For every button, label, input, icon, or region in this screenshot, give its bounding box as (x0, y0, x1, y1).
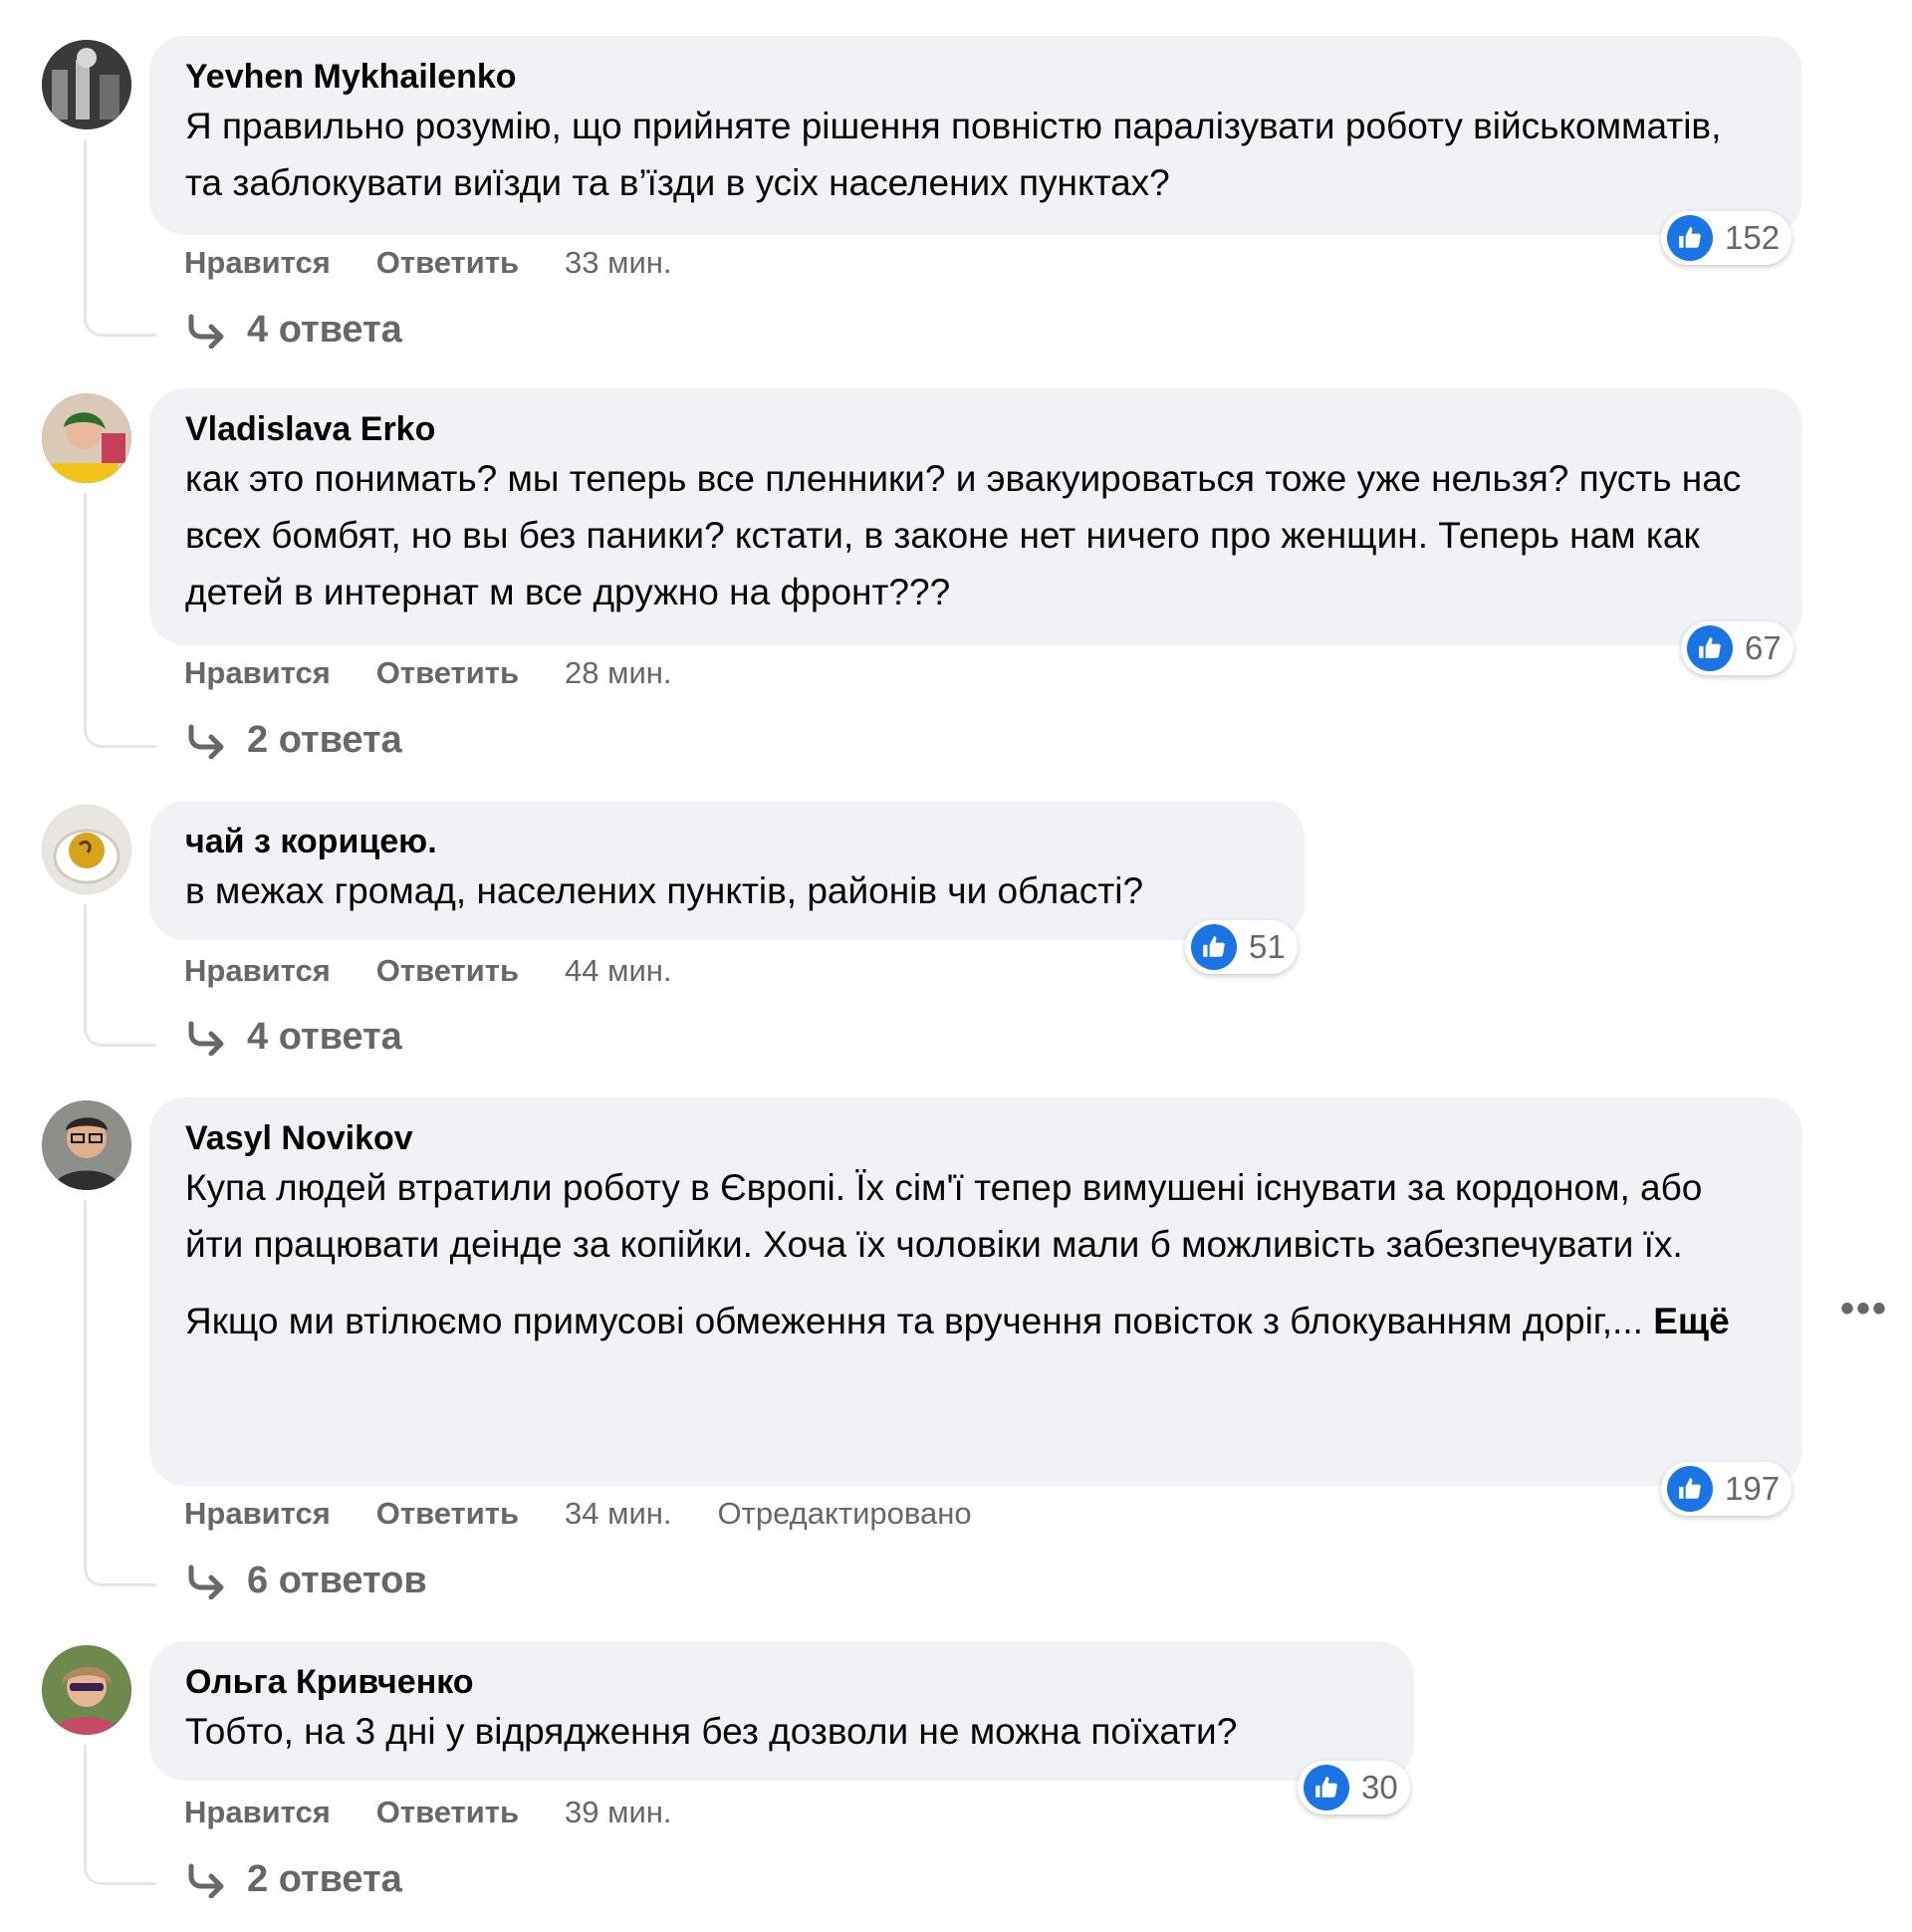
like-button[interactable]: Нравится (184, 1496, 331, 1532)
comment-text: Я правильно розумію, що прийняте рішення… (185, 98, 1767, 211)
truncated-text: Якщо ми втілюємо примусові обмеження та … (185, 1301, 1643, 1341)
comment-author[interactable]: Yevhen Mykhailenko (185, 56, 1767, 98)
reply-arrow-icon (188, 1863, 224, 1898)
reply-button[interactable]: Ответить (376, 245, 519, 281)
reply-button[interactable]: Ответить (376, 655, 519, 691)
comment-paragraph: как это понимать? мы теперь все пленники… (185, 458, 1742, 612)
reply-button[interactable]: Ответить (376, 1795, 519, 1830)
like-button[interactable]: Нравится (184, 1795, 331, 1830)
avatar[interactable] (42, 1100, 131, 1190)
comment-author[interactable]: чай з корицею. (185, 821, 1269, 862)
comment-author[interactable]: Vasyl Novikov (185, 1117, 1767, 1159)
replies-count: 2 ответа (247, 719, 402, 761)
comment-actions: Нравится Ответить 33 мин. (184, 245, 718, 281)
comment-text: как это понимать? мы теперь все пленники… (185, 450, 1767, 620)
reply-arrow-icon (188, 1021, 224, 1056)
comment-author[interactable]: Ольга Кривченко (185, 1661, 1378, 1703)
see-more-link[interactable]: Ещё (1653, 1301, 1729, 1341)
replies-count: 6 ответов (247, 1560, 427, 1601)
thumbs-up-icon (1667, 215, 1713, 261)
reply-button[interactable]: Ответить (376, 1496, 519, 1532)
more-options-icon[interactable]: ••• (1840, 1287, 1888, 1331)
thread-line (84, 1200, 156, 1586)
comment-actions: Нравится Ответить 28 мин. (184, 655, 718, 691)
thread-line (84, 493, 156, 748)
like-count: 51 (1249, 928, 1286, 965)
reply-button[interactable]: Ответить (376, 953, 519, 989)
thread-line (84, 139, 156, 337)
comment-text: Купа людей втратили роботу в Європі. Їх … (185, 1159, 1767, 1349)
avatar[interactable] (42, 393, 131, 483)
comment-time[interactable]: 33 мин. (565, 245, 671, 281)
comment-paragraph: Тобто, на 3 дні у відрядження без дозвол… (185, 1711, 1238, 1752)
reaction-count[interactable]: 67 (1681, 621, 1793, 675)
comment-bubble: чай з корицею. в межах громад, населених… (149, 801, 1305, 940)
view-replies-button[interactable]: 6 ответов (185, 1560, 427, 1602)
comment-time[interactable]: 39 мин. (565, 1795, 671, 1830)
comment-text: Тобто, на 3 дні у відрядження без дозвол… (185, 1703, 1378, 1760)
like-count: 197 (1725, 1470, 1781, 1507)
thumbs-up-icon (1687, 625, 1733, 671)
comment-paragraph: Купа людей втратили роботу в Європі. Їх … (185, 1167, 1703, 1265)
comment-actions: Нравится Ответить 44 мин. (184, 953, 718, 989)
view-replies-button[interactable]: 4 ответа (185, 1016, 402, 1059)
comment-text: в межах громад, населених пунктів, район… (185, 862, 1269, 919)
avatar[interactable] (42, 40, 131, 129)
avatar[interactable] (42, 1645, 131, 1735)
comment-time[interactable]: 44 мин. (565, 953, 671, 989)
reaction-count[interactable]: 152 (1661, 211, 1792, 265)
reply-arrow-icon (188, 1565, 224, 1599)
like-button[interactable]: Нравится (184, 245, 331, 281)
thumbs-up-icon (1304, 1765, 1349, 1811)
comment-time[interactable]: 28 мин. (565, 655, 671, 691)
comment-bubble: Vladislava Erko как это понимать? мы теп… (149, 388, 1802, 645)
view-replies-button[interactable]: 4 ответа (185, 309, 402, 352)
comment-actions: Нравится Ответить 39 мин. (184, 1795, 718, 1830)
like-count: 152 (1725, 219, 1781, 256)
replies-count: 4 ответа (247, 1016, 402, 1058)
comment-actions: Нравится Ответить 34 мин. Отредактирован… (184, 1496, 1018, 1532)
view-replies-button[interactable]: 2 ответа (185, 719, 402, 762)
comment-paragraph: в межах громад, населених пунктів, район… (185, 870, 1144, 911)
comment-paragraph: Я правильно розумію, що прийняте рішення… (185, 106, 1722, 203)
comment-author[interactable]: Vladislava Erko (185, 408, 1767, 450)
view-replies-button[interactable]: 2 ответа (185, 1858, 402, 1901)
comment-bubble: Yevhen Mykhailenko Я правильно розумію, … (149, 36, 1802, 235)
comment-paragraph-truncated: Якщо ми втілюємо примусові обмеження та … (185, 1293, 1767, 1349)
comment-time[interactable]: 34 мин. (565, 1496, 671, 1532)
reaction-count[interactable]: 30 (1298, 1761, 1410, 1814)
reply-arrow-icon (188, 314, 224, 349)
like-button[interactable]: Нравится (184, 953, 331, 989)
reaction-count[interactable]: 197 (1661, 1462, 1792, 1516)
reply-arrow-icon (188, 724, 224, 759)
thumbs-up-icon (1191, 924, 1237, 970)
thread-line (84, 1745, 156, 1885)
edited-label[interactable]: Отредактировано (718, 1496, 972, 1532)
replies-count: 2 ответа (247, 1858, 402, 1900)
like-count: 67 (1745, 629, 1782, 666)
reaction-count[interactable]: 51 (1185, 920, 1298, 974)
thumbs-up-icon (1667, 1466, 1713, 1512)
comment-bubble: Ольга Кривченко Тобто, на 3 дні у відряд… (149, 1641, 1414, 1781)
replies-count: 4 ответа (247, 309, 402, 351)
avatar[interactable] (42, 805, 131, 894)
like-button[interactable]: Нравится (184, 655, 331, 691)
thread-line (84, 904, 156, 1047)
comment-bubble: Vasyl Novikov Купа людей втратили роботу… (149, 1097, 1802, 1486)
like-count: 30 (1361, 1769, 1398, 1806)
